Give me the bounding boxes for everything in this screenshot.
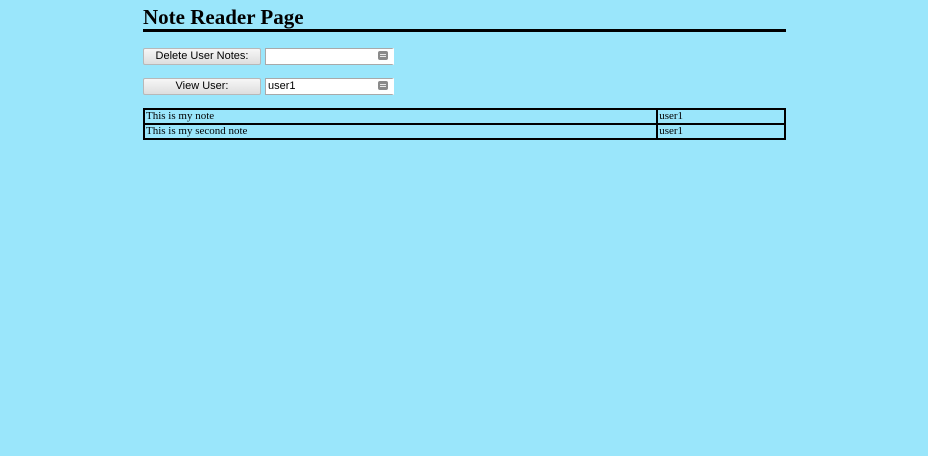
view-user-field-value: user1 <box>268 80 296 92</box>
note-user-cell: user1 <box>656 123 786 140</box>
delete-user-field[interactable] <box>265 48 394 65</box>
note-user-cell: user1 <box>656 108 786 125</box>
view-user-button[interactable]: View User: <box>143 78 261 95</box>
table-row: This is my second note user1 <box>142 123 786 140</box>
delete-user-notes-button[interactable]: Delete User Notes: <box>143 48 261 65</box>
title-divider <box>143 29 786 32</box>
keyboard-icon[interactable] <box>378 81 388 90</box>
keyboard-icon[interactable] <box>378 51 388 60</box>
notes-table: This is my note user1 This is my second … <box>142 108 786 140</box>
note-text-cell: This is my second note <box>142 123 659 140</box>
table-row: This is my note user1 <box>142 108 786 125</box>
page-title: Note Reader Page <box>143 5 304 29</box>
view-user-field[interactable]: user1 <box>265 78 394 95</box>
note-text-cell: This is my note <box>142 108 659 125</box>
